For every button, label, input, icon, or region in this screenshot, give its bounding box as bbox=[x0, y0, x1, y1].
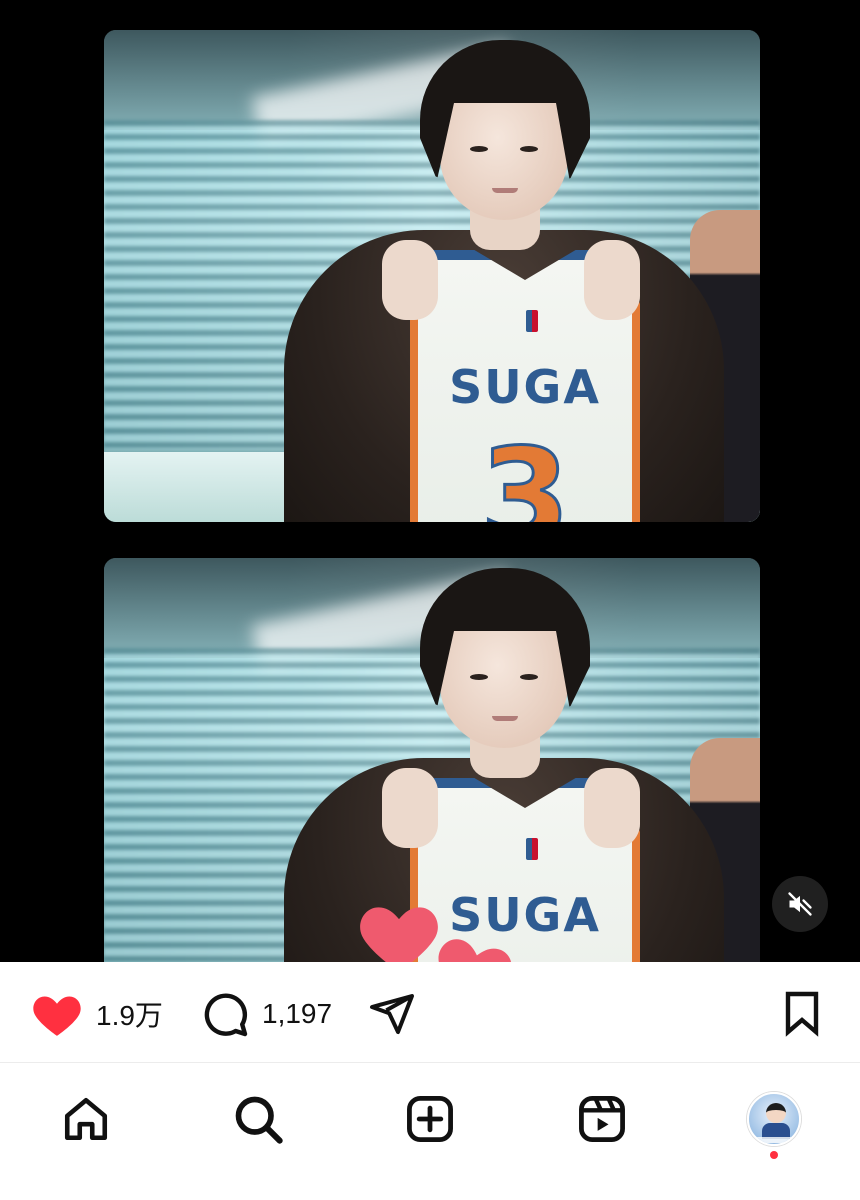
profile-avatar bbox=[747, 1092, 801, 1146]
hand-left bbox=[382, 240, 438, 320]
home-icon bbox=[64, 1097, 108, 1141]
mouth bbox=[492, 716, 518, 721]
jersey-name-text: SUGA bbox=[449, 360, 601, 414]
mouth bbox=[492, 188, 518, 193]
hand-right bbox=[584, 240, 640, 320]
person-figure: SUGA bbox=[284, 558, 724, 962]
comment-button[interactable]: 1,197 bbox=[200, 990, 332, 1038]
plus-square-icon bbox=[407, 1096, 453, 1142]
eye-right bbox=[520, 146, 538, 152]
eye-right bbox=[520, 674, 538, 680]
comment-bubble-icon bbox=[204, 993, 248, 1037]
nba-logo-icon bbox=[526, 838, 538, 860]
nav-profile[interactable] bbox=[746, 1091, 802, 1147]
reels-icon bbox=[579, 1096, 625, 1142]
speaker-muted-icon bbox=[788, 892, 812, 916]
bottom-navigation bbox=[0, 1063, 860, 1200]
search-icon bbox=[235, 1096, 283, 1144]
mute-toggle-button[interactable] bbox=[772, 876, 828, 932]
hand-right bbox=[584, 768, 640, 848]
video-frame-top: SUGA 3 bbox=[104, 30, 760, 522]
nba-logo-icon bbox=[526, 310, 538, 332]
save-button[interactable] bbox=[778, 990, 826, 1038]
person-figure: SUGA 3 bbox=[284, 30, 724, 522]
like-button[interactable]: 1.9万 bbox=[30, 990, 163, 1038]
comment-count[interactable]: 1,197 bbox=[262, 998, 332, 1030]
paper-plane-icon bbox=[370, 994, 414, 1034]
nav-search[interactable] bbox=[230, 1091, 286, 1147]
bookmark-icon bbox=[785, 991, 819, 1037]
jersey-number-text: 3 bbox=[478, 419, 571, 523]
profile-notification-dot bbox=[770, 1151, 778, 1159]
like-count[interactable]: 1.9万 bbox=[96, 994, 163, 1034]
avatar-caption bbox=[755, 1137, 797, 1143]
eye-left bbox=[470, 674, 488, 680]
post-media[interactable]: SUGA 3 SUGA bbox=[0, 0, 860, 962]
nav-home[interactable] bbox=[58, 1091, 114, 1147]
eye-left bbox=[470, 146, 488, 152]
avatar-head bbox=[766, 1103, 786, 1123]
nav-create[interactable] bbox=[402, 1091, 458, 1147]
heart-filled-icon bbox=[33, 996, 81, 1036]
post-action-bar: 1.9万 1,197 bbox=[0, 962, 860, 1062]
nav-reels[interactable] bbox=[574, 1091, 630, 1147]
share-button[interactable] bbox=[366, 990, 418, 1038]
hand-left bbox=[382, 768, 438, 848]
